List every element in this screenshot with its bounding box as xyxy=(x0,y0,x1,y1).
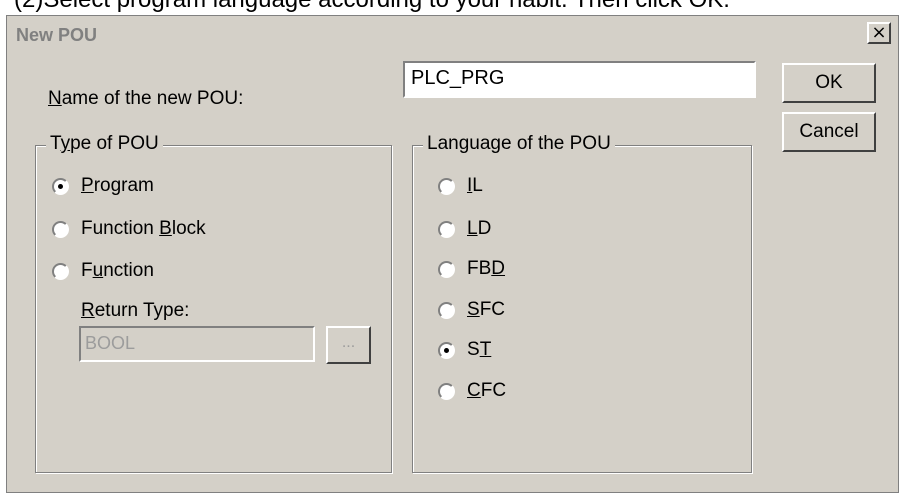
radio-lang-st-label: ST xyxy=(467,339,492,360)
radio-lang-fbd-indicator[interactable] xyxy=(438,261,455,278)
radio-lang-ld-indicator[interactable] xyxy=(438,221,455,238)
browse-return-type-button: ... xyxy=(326,326,371,364)
cancel-button[interactable]: Cancel xyxy=(782,112,876,152)
radio-lang-sfc-indicator[interactable] xyxy=(438,302,455,319)
radio-function-block-indicator[interactable] xyxy=(52,221,69,238)
close-icon: × xyxy=(871,22,887,43)
radio-function-block-label: Function Block xyxy=(81,218,206,239)
radio-lang-cfc-label: CFC xyxy=(467,380,507,401)
radio-function-label: Function xyxy=(81,260,154,281)
dialog-title: New POU xyxy=(16,25,98,45)
radio-function-indicator[interactable] xyxy=(52,263,69,280)
pou-name-input[interactable]: PLC_PRG xyxy=(403,61,756,98)
ok-button[interactable]: OK xyxy=(782,63,876,103)
radio-program-indicator[interactable] xyxy=(52,178,69,195)
radio-lang-ld-label: LD xyxy=(467,218,492,239)
language-of-pou-title: Language of the POU xyxy=(423,133,615,155)
radio-lang-sfc-label: SFC xyxy=(467,299,506,320)
radio-lang-il-label: IL xyxy=(467,175,483,196)
radio-lang-cfc-indicator[interactable] xyxy=(438,383,455,400)
radio-lang-il-indicator[interactable] xyxy=(438,178,455,195)
name-label: Name of the new POU: xyxy=(48,88,244,109)
radio-lang-fbd-label: FBD xyxy=(467,258,506,279)
return-type-input: BOOL xyxy=(79,326,315,362)
instruction-caption: (2)Select program language according to … xyxy=(14,0,730,14)
title-bar: New POU × xyxy=(8,17,897,51)
return-type-label: Return Type: xyxy=(81,300,190,321)
language-of-pou-group: Language of the POU xyxy=(412,133,752,473)
close-button[interactable]: × xyxy=(867,22,891,44)
radio-program-label: Program xyxy=(81,175,154,196)
radio-lang-st-indicator[interactable] xyxy=(438,342,455,359)
type-of-pou-title: Type of POU xyxy=(46,133,163,155)
